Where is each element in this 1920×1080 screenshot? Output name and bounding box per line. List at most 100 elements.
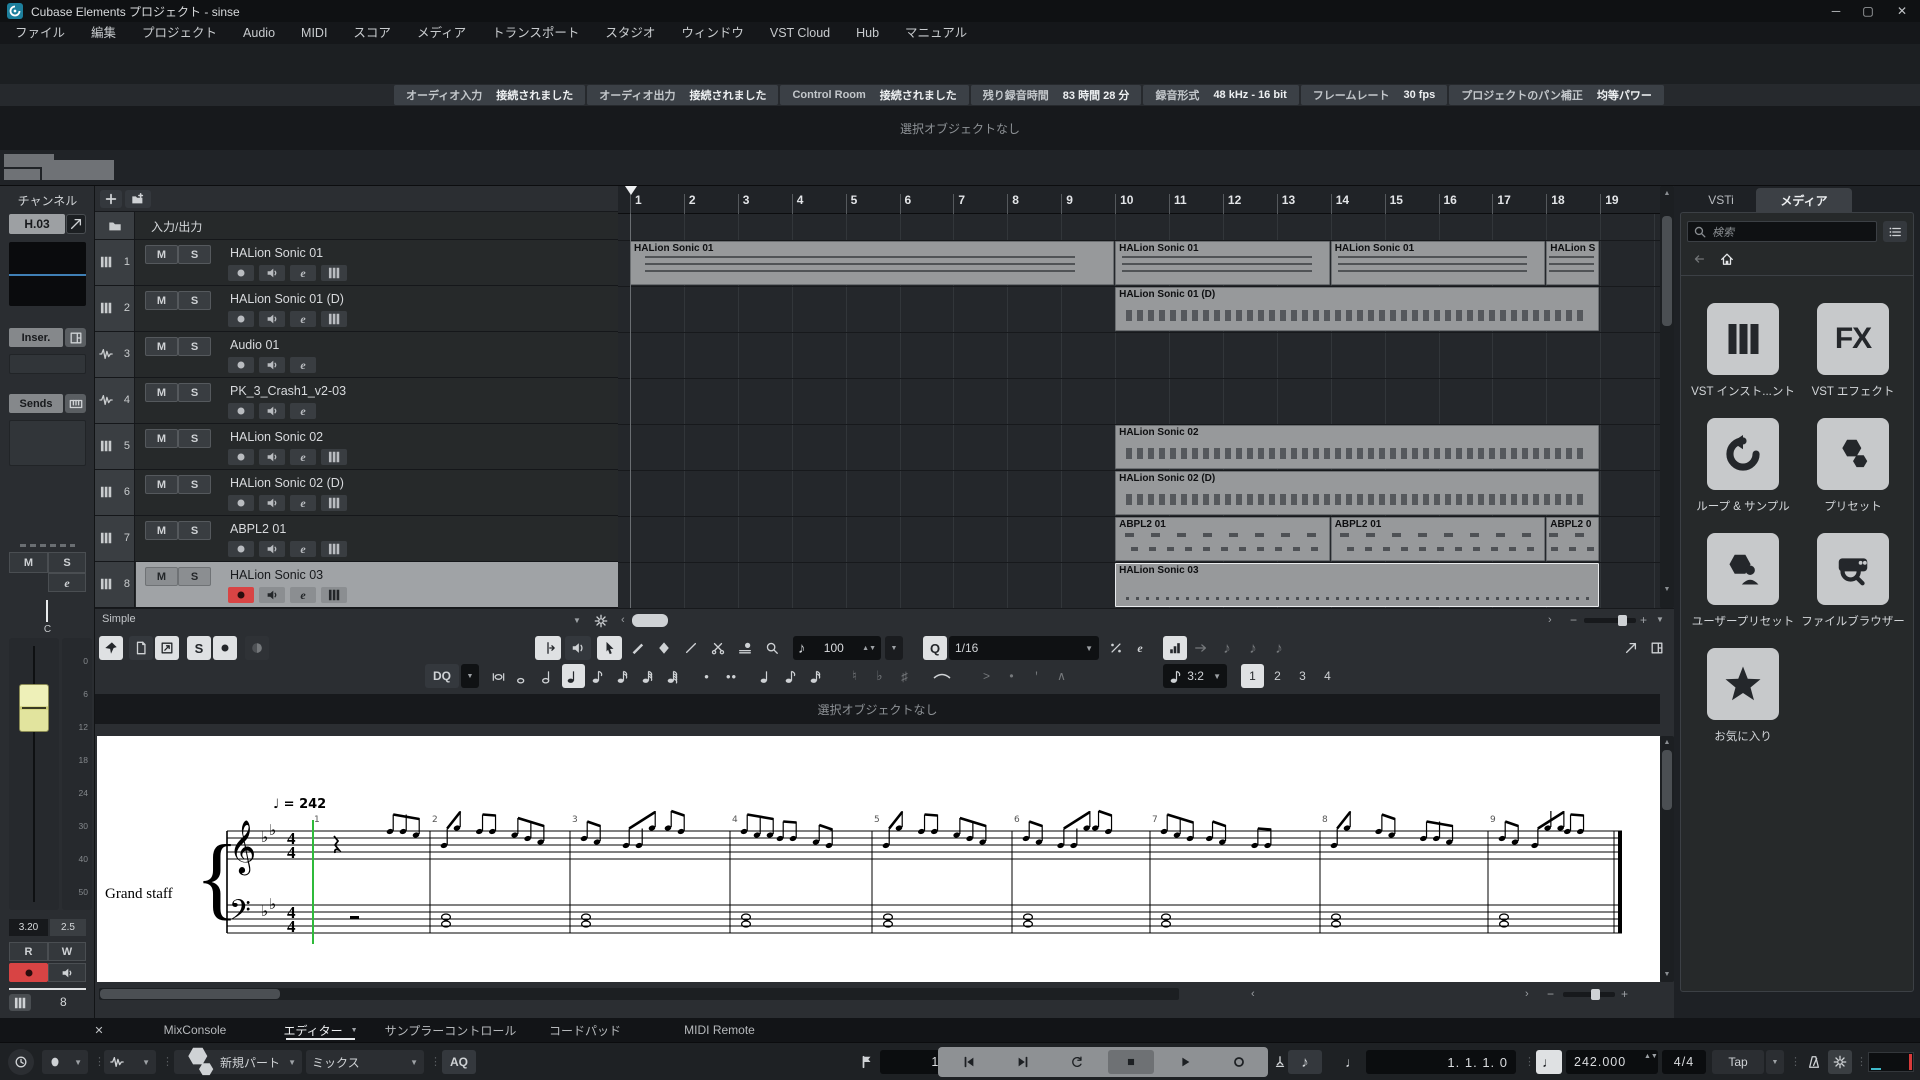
zoom-slider-handle[interactable] — [1618, 615, 1627, 626]
minimize-button[interactable]: ─ — [1820, 0, 1852, 22]
scroll-right-arrow[interactable]: › — [1548, 614, 1552, 626]
punch-out-button[interactable] — [1270, 1050, 1290, 1074]
editor-draw-tool-button[interactable] — [624, 636, 649, 660]
track-mute-button[interactable]: M — [145, 337, 178, 356]
track-solo-button[interactable]: S — [178, 521, 211, 540]
track-row-7[interactable]: 7 M S ABPL2 01 e — [95, 516, 618, 562]
double-dot-button[interactable]: •• — [720, 664, 743, 688]
channel-edit-button[interactable] — [66, 214, 86, 234]
scroll-down-arrow[interactable]: ▼ — [1662, 971, 1672, 979]
zoom-in-button[interactable]: + — [1640, 613, 1647, 627]
score-zoom-out-button[interactable]: − — [1547, 987, 1554, 1001]
scroll-down-arrow[interactable]: ▼ — [1662, 586, 1672, 594]
read-automation-button[interactable]: R — [9, 942, 48, 961]
info-chip-1[interactable]: オーディオ入力 接続されました — [394, 85, 586, 105]
track-mute-button[interactable]: M — [145, 567, 178, 586]
lower-tab-dropdown-arrow[interactable]: ▼ — [351, 1027, 358, 1034]
track-monitor-button[interactable] — [259, 265, 285, 281]
velocity-control[interactable]: ♪ 100 ▲▼ — [793, 636, 881, 660]
tempo-stepper[interactable]: ▲▼ — [1644, 1053, 1658, 1061]
marcato-button[interactable]: ∧ — [1050, 664, 1073, 688]
track-mute-button[interactable]: M — [145, 475, 178, 494]
velocity-dropdown-arrow[interactable]: ▼ — [885, 636, 903, 660]
arrange-vscroll-handle[interactable] — [1662, 216, 1672, 326]
track-instrument-button[interactable] — [321, 587, 347, 603]
info-chip-4[interactable]: 残り録音時間 83 時間 28 分 — [970, 85, 1142, 105]
voice-4-button[interactable]: 4 — [1316, 664, 1339, 688]
arrange-hscroll-handle[interactable] — [632, 614, 668, 627]
score-zoom-in-button[interactable]: + — [1621, 987, 1628, 1001]
track-instrument-button[interactable] — [321, 449, 347, 465]
midi-clip[interactable]: ABPL2 01 — [1115, 517, 1330, 561]
tuplet-2-button[interactable] — [780, 664, 803, 688]
editor-line-tool-button[interactable] — [678, 636, 703, 660]
note-breve-button[interactable] — [487, 664, 510, 688]
media-tile-fx[interactable]: FX — [1817, 303, 1889, 375]
zoom-out-button[interactable]: − — [1570, 613, 1577, 627]
pan-control[interactable] — [46, 600, 48, 622]
track-row-2[interactable]: 2 M S HALion Sonic 01 (D) e — [95, 286, 618, 332]
menu-12[interactable]: Hub — [843, 22, 892, 44]
io-folder-row[interactable]: 入力/出力 — [95, 212, 618, 240]
track-body[interactable]: M S HALion Sonic 02 e — [136, 424, 618, 469]
midi-clip[interactable]: HALion Sonic 01 — [630, 241, 1115, 285]
scroll-left-arrow[interactable]: ‹ — [621, 614, 625, 626]
menu-7[interactable]: メディア — [404, 22, 479, 44]
editor-glue-tool-button[interactable] — [732, 636, 757, 660]
tuplet-ratio-dropdown[interactable]: 3:2 ▼ — [1163, 664, 1227, 688]
media-tile-file-browser[interactable] — [1817, 533, 1889, 605]
track-mute-button[interactable]: M — [145, 245, 178, 264]
chord-pad-preset-dropdown[interactable]: 新規パート ▼ — [174, 1047, 302, 1076]
write-automation-button[interactable]: W — [48, 942, 86, 961]
track-monitor-button[interactable] — [259, 311, 285, 327]
menu-1[interactable]: ファイル — [2, 22, 78, 44]
track-edit-button[interactable]: e — [290, 357, 316, 373]
track-solo-button[interactable]: S — [178, 245, 211, 264]
note-thirtysecond-button[interactable] — [637, 664, 660, 688]
stop-button[interactable] — [1108, 1050, 1154, 1074]
sends-button[interactable]: Sends — [9, 394, 63, 413]
track-edit-button[interactable]: e — [290, 265, 316, 281]
move-insert-button[interactable]: ♪ — [1215, 636, 1239, 660]
track-monitor-button[interactable] — [259, 587, 285, 603]
midi-input-button[interactable] — [1189, 636, 1213, 660]
track-body[interactable]: M S HALion Sonic 01 (D) e — [136, 286, 618, 331]
menu-4[interactable]: Audio — [230, 22, 288, 44]
editor-object-selection-tool-button[interactable] — [597, 636, 622, 660]
menu-5[interactable]: MIDI — [288, 22, 340, 44]
close-lower-zone-button[interactable]: ✕ — [88, 1020, 110, 1040]
score-zoom-slider-handle[interactable] — [1591, 989, 1600, 1000]
metronome-setup-button[interactable] — [1828, 1050, 1852, 1074]
accent-button[interactable]: > — [975, 664, 998, 688]
channel-drag-handle[interactable] — [20, 544, 75, 547]
track-row-4[interactable]: 4 M S PK_3_Crash1_v2-03 e — [95, 378, 618, 424]
track-visibility-button[interactable] — [125, 190, 151, 208]
audio-record-mode-dropdown[interactable]: ▼ — [104, 1050, 156, 1074]
inserts-icon-button[interactable] — [65, 328, 86, 347]
tenuto-button[interactable]: ꞌ — [1025, 664, 1048, 688]
track-row-8[interactable]: 8 M S HALion Sonic 03 e — [95, 562, 618, 608]
track-edit-button[interactable]: e — [290, 495, 316, 511]
track-instrument-button[interactable] — [321, 311, 347, 327]
lower-tab-3[interactable]: サンプラーコントロール — [381, 1018, 520, 1042]
tab-メディア[interactable]: メディア — [1756, 188, 1852, 212]
track-solo-button[interactable]: S — [178, 291, 211, 310]
page-mode-button[interactable] — [129, 636, 153, 660]
dq-dropdown-arrow[interactable]: ▼ — [461, 664, 479, 688]
track-mute-button[interactable]: M — [145, 383, 178, 402]
track-body[interactable]: M S ABPL2 01 e — [136, 516, 618, 561]
midi-clip[interactable]: HALion S — [1546, 241, 1600, 285]
constrain-delay-button[interactable] — [8, 1049, 34, 1075]
track-monitor-button[interactable] — [259, 541, 285, 557]
track-mute-button[interactable]: M — [145, 521, 178, 540]
score-hscroll-handle[interactable] — [100, 989, 280, 999]
track-edit-button[interactable]: e — [290, 403, 316, 419]
tab-VSTi[interactable]: VSTi — [1686, 188, 1756, 212]
midi-clip[interactable]: HALion Sonic 01 (D) — [1115, 287, 1600, 331]
track-body[interactable]: M S PK_3_Crash1_v2-03 e — [136, 378, 618, 423]
media-tile-piano[interactable] — [1707, 303, 1779, 375]
lower-tab-4[interactable]: コードパッド — [538, 1018, 632, 1042]
timeline-ruler[interactable]: 1 2 3 4 5 6 7 8 9 10 11 12 13 14 15 16 17 18 19 — [618, 186, 1660, 214]
track-scale-value[interactable]: Simple — [102, 613, 136, 625]
scroll-right-arrow[interactable]: › — [1525, 988, 1529, 1000]
